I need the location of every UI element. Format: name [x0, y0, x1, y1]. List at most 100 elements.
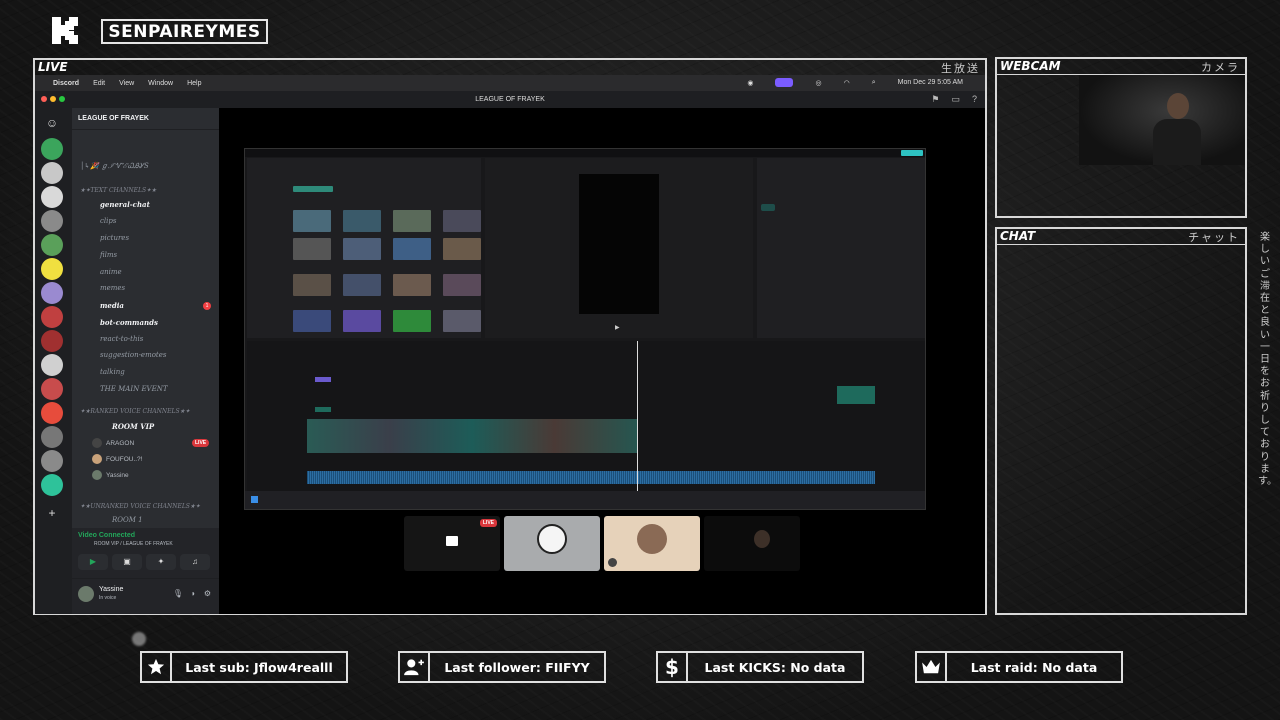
- media-thumbnail[interactable]: [443, 274, 481, 296]
- inbox-icon[interactable]: ▭: [951, 94, 960, 105]
- zoom-window-button[interactable]: [59, 96, 65, 102]
- call-tile-user[interactable]: [504, 516, 600, 571]
- minimize-window-button[interactable]: [50, 96, 56, 102]
- channel-room-vip[interactable]: ROOM VIP: [112, 422, 154, 431]
- server-icon[interactable]: [41, 210, 63, 232]
- activities-button[interactable]: ✦: [146, 554, 176, 570]
- media-thumbnail[interactable]: [393, 310, 431, 332]
- channel-talking[interactable]: talking: [100, 368, 125, 376]
- channel-giveaways[interactable]: │↳🎉 ℊℐᏉℰᏇᎯᎽЅ: [80, 161, 149, 171]
- timeline-clip-sticker[interactable]: [315, 407, 331, 412]
- server-icon[interactable]: [41, 426, 63, 448]
- channel-room-1[interactable]: ROOM 1: [112, 516, 143, 524]
- windows-start-icon[interactable]: [251, 496, 258, 503]
- soundboard-button[interactable]: ♫: [180, 554, 210, 570]
- server-icon[interactable]: [41, 138, 63, 160]
- timeline-clip-text[interactable]: [315, 377, 331, 382]
- media-thumbnail[interactable]: [293, 310, 331, 332]
- call-tile-user[interactable]: [604, 516, 700, 571]
- close-window-button[interactable]: [41, 96, 47, 102]
- export-button[interactable]: [901, 150, 923, 156]
- menu-edit[interactable]: Edit: [93, 80, 105, 87]
- server-icon[interactable]: [41, 282, 63, 304]
- call-tile-stream[interactable]: LIVE: [404, 516, 500, 571]
- channel-general-chat[interactable]: general-chat: [100, 200, 150, 209]
- play-button[interactable]: ▶: [615, 324, 620, 331]
- server-icon[interactable]: [41, 354, 63, 376]
- media-thumbnail[interactable]: [393, 210, 431, 232]
- channel-memes[interactable]: memes: [100, 284, 125, 292]
- camera-button[interactable]: ▶: [78, 554, 108, 570]
- discord-home-icon[interactable]: ☺: [41, 112, 63, 134]
- voice-location[interactable]: ROOM VIP / LEAGUE OF FRAYEK: [94, 541, 173, 547]
- media-thumbnail[interactable]: [343, 238, 381, 260]
- record-icon[interactable]: ◉: [747, 79, 753, 87]
- wifi-icon[interactable]: ◠: [844, 79, 850, 87]
- call-tile-camera[interactable]: [704, 516, 800, 571]
- media-thumbnail[interactable]: [293, 274, 331, 296]
- avatar[interactable]: [78, 586, 94, 602]
- category-ranked-voice[interactable]: ✦★RANKED VOICE CHANNELS★✦: [80, 408, 190, 415]
- playhead[interactable]: [637, 341, 638, 491]
- timeline-clip-right[interactable]: [837, 386, 875, 404]
- audio-track[interactable]: [307, 471, 875, 484]
- headphones-icon[interactable]: ◗: [191, 589, 196, 598]
- channel-pictures[interactable]: pictures: [100, 234, 129, 242]
- settings-gear-icon[interactable]: ⚙: [204, 589, 211, 598]
- menu-view[interactable]: View: [119, 80, 134, 87]
- media-thumbnail[interactable]: [293, 210, 331, 232]
- server-icon[interactable]: [41, 234, 63, 256]
- voice-user-yassine[interactable]: Yassine: [92, 470, 129, 480]
- media-thumbnail[interactable]: [443, 310, 481, 332]
- channel-react-to-this[interactable]: react-to-this: [100, 335, 143, 343]
- channel-main-event[interactable]: THE MAIN EVENT: [100, 385, 168, 393]
- voice-user-aragon[interactable]: ARAGON LIVE: [92, 438, 210, 448]
- server-icon[interactable]: [41, 378, 63, 400]
- channel-name: SENPAIREYMES: [101, 19, 268, 44]
- add-server-icon[interactable]: +: [41, 502, 63, 524]
- server-icon[interactable]: [41, 474, 63, 496]
- media-thumbnail[interactable]: [293, 238, 331, 260]
- video-track[interactable]: [307, 419, 637, 453]
- media-thumbnail[interactable]: [343, 310, 381, 332]
- server-icon[interactable]: [41, 162, 63, 184]
- player-preview[interactable]: [579, 174, 659, 314]
- import-button[interactable]: [293, 186, 333, 192]
- menu-help[interactable]: Help: [187, 80, 201, 87]
- channel-bot-commands[interactable]: bot-commands: [100, 318, 158, 327]
- server-icon[interactable]: [41, 306, 63, 328]
- media-thumbnail[interactable]: [343, 210, 381, 232]
- screen-share-button[interactable]: ▣: [112, 554, 142, 570]
- channel-suggestion-emotes[interactable]: suggestion-emotes: [100, 351, 166, 359]
- media-thumbnail[interactable]: [393, 238, 431, 260]
- category-unranked-voice[interactable]: ✦★UNRANKED VOICE CHANNELS★✦: [80, 503, 200, 510]
- screen-share-indicator[interactable]: [775, 78, 794, 87]
- microphone-icon[interactable]: 🎙: [173, 589, 183, 598]
- menu-discord[interactable]: Discord: [53, 80, 79, 87]
- voice-user-foufou[interactable]: FOUFOU..?!: [92, 454, 142, 464]
- server-icon[interactable]: [41, 186, 63, 208]
- search-icon[interactable]: ⌕: [872, 79, 876, 87]
- media-thumbnail[interactable]: [393, 274, 431, 296]
- channel-clips[interactable]: clips: [100, 217, 116, 225]
- control-icon[interactable]: ◎: [815, 79, 821, 87]
- channel-films[interactable]: films: [100, 251, 117, 259]
- channel-media[interactable]: media: [100, 301, 124, 310]
- media-thumbnail[interactable]: [443, 210, 481, 232]
- media-thumbnail[interactable]: [343, 274, 381, 296]
- channel-anime[interactable]: anime: [100, 268, 122, 276]
- media-thumbnail[interactable]: [443, 238, 481, 260]
- server-icon[interactable]: [41, 402, 63, 424]
- menu-window[interactable]: Window: [148, 80, 173, 87]
- windows-taskbar: [245, 491, 925, 509]
- guild-header[interactable]: LEAGUE OF FRAYEK: [72, 108, 219, 130]
- category-text-channels[interactable]: ★✦TEXT CHANNELS✦★: [80, 187, 157, 194]
- help-icon[interactable]: ?: [972, 94, 977, 105]
- add-user-icon: [400, 653, 430, 681]
- server-icon[interactable]: [41, 258, 63, 280]
- flag-icon[interactable]: ⚑: [931, 94, 939, 105]
- server-icon[interactable]: [41, 450, 63, 472]
- voice-user-name: FOUFOU..?!: [106, 455, 143, 463]
- server-icon[interactable]: [41, 330, 63, 352]
- property-tab[interactable]: [761, 204, 775, 211]
